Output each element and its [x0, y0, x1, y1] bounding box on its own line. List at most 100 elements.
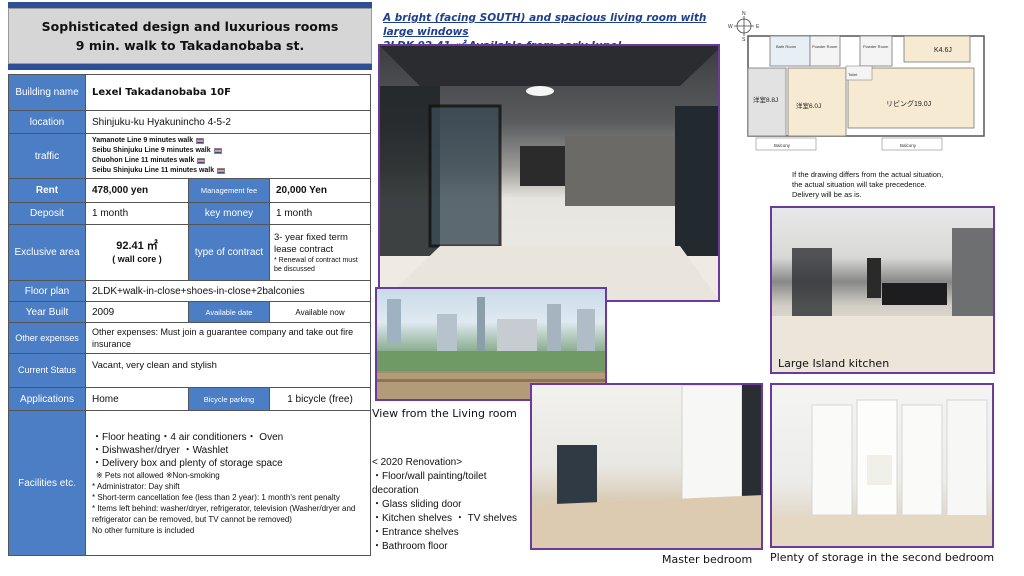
available-date-value: Available now [269, 301, 371, 323]
row-building-name: Building name Lexel Takadanobaba 10F [8, 74, 371, 111]
header-line-2: 9 min. walk to Takadanobaba st. [75, 38, 305, 53]
contract-type-text: 3- year fixed term lease contract [274, 231, 348, 255]
management-fee-value: 20,000 Yen [269, 178, 371, 203]
storage-illustration [772, 399, 992, 546]
management-fee-label: Management fee [188, 178, 270, 203]
compass-e: E [756, 24, 760, 30]
key-money-value: 1 month [269, 202, 371, 225]
facility-pets: ※ Pets not allowed ※Non-smoking [96, 470, 220, 480]
contract-type-label: type of contract [188, 224, 270, 281]
row-facilities: Facilities etc. ・Floor heating・4 air con… [8, 410, 371, 556]
renovation-line: ・Kitchen shelves ・ TV shelves [372, 513, 518, 524]
key-money-label: key money [188, 202, 270, 225]
contract-type-value: 3- year fixed term lease contract * Rene… [269, 224, 371, 281]
current-status-label: Current Status [8, 353, 86, 388]
row-other-expenses: Other expenses Other expenses: Must join… [8, 322, 371, 354]
row-traffic: traffic Yamanote Line 9 minutes walk Sei… [8, 133, 371, 179]
row-location: location Shinjuku-ku Hyakunincho 4-5-2 [8, 110, 371, 134]
traffic-line: Chuohon Line 11 minutes walk [92, 156, 364, 166]
exclusive-area-number: 92.41 ㎡ [116, 239, 158, 252]
facility-line: ・Delivery box and plenty of storage spac… [92, 457, 283, 469]
row-floor-plan: Floor plan 2LDK+walk-in-close+shoes-in-c… [8, 280, 371, 302]
exclusive-area-label: Exclusive area [8, 224, 86, 281]
room-living: リビング19.0J [886, 99, 931, 108]
facility-line: ・Floor heating・4 air conditioners・ Oven [92, 431, 284, 443]
traffic-label: traffic [8, 133, 86, 179]
row-rent: Rent 478,000 yen Management fee 20,000 Y… [8, 178, 371, 203]
row-applications: Applications Home Bicycle parking 1 bicy… [8, 387, 371, 411]
renovation-line: ・Floor/wall painting/toilet decoration [372, 471, 487, 496]
room-bath: Bath Room [776, 44, 797, 49]
storage-caption: Plenty of storage in the second bedroom [770, 551, 995, 564]
room-western-1: 洋室8.8J [753, 95, 778, 104]
traffic-value: Yamanote Line 9 minutes walk Seibu Shinj… [85, 133, 371, 179]
caption-line-1: A bright (facing SOUTH) and spacious liv… [383, 12, 707, 38]
master-bedroom-illustration [532, 385, 761, 548]
storage-photo [770, 383, 994, 548]
property-info-table: Building name Lexel Takadanobaba 10F loc… [8, 74, 371, 556]
header-banner: Sophisticated design and luxurious rooms… [8, 8, 372, 64]
floor-plan-value: 2LDK+walk-in-close+shoes-in-close+2balco… [85, 280, 371, 302]
facility-note: No other furniture is included [92, 525, 195, 535]
train-line-icon [217, 168, 226, 174]
facilities-value: ・Floor heating・4 air conditioners・ Oven … [85, 410, 371, 556]
renovation-line: ・Bathroom floor [372, 541, 448, 552]
facility-line: ・Dishwasher/dryer ・Washlet [92, 444, 229, 456]
year-built-value: 2009 [85, 301, 189, 323]
row-year-built: Year Built 2009 Available date Available… [8, 301, 371, 323]
year-built-label: Year Built [8, 301, 86, 323]
applications-value: Home [85, 387, 189, 411]
compass-w: W [728, 24, 733, 30]
notice-line: the actual situation will take precedenc… [792, 180, 927, 189]
traffic-line: Seibu Shinjuku Line 9 minutes walk [92, 146, 364, 156]
traffic-text: Seibu Shinjuku Line 11 minutes walk [92, 167, 215, 174]
available-date-label: Available date [188, 301, 270, 323]
renovation-line: < 2020 Renovation> [372, 457, 463, 468]
room-balcony-2: Balcony [900, 143, 917, 148]
other-expenses-value: Other expenses: Must join a guarantee co… [85, 322, 371, 354]
kitchen-caption: Large Island kitchen [778, 357, 890, 370]
location-value: Shinjuku-ku Hyakunincho 4-5-2 [85, 110, 371, 134]
bicycle-parking-value: 1 bicycle (free) [269, 387, 371, 411]
room-toilet: Toilet [848, 72, 858, 77]
train-line-icon [213, 148, 222, 154]
other-expenses-label: Other expenses [8, 322, 86, 354]
building-name-value: Lexel Takadanobaba 10F [85, 74, 371, 111]
traffic-text: Yamanote Line 9 minutes walk [92, 137, 194, 144]
notice-line: Delivery will be as is. [792, 190, 862, 199]
header-line-1: Sophisticated design and luxurious rooms [41, 19, 339, 34]
location-label: location [8, 110, 86, 134]
room-k: K4.6J [934, 47, 952, 54]
renovation-list: < 2020 Renovation> ・Floor/wall painting/… [372, 456, 532, 554]
floor-plan-label: Floor plan [8, 280, 86, 302]
applications-label: Applications [8, 387, 86, 411]
contract-note: * Renewal of contract must be discussed [274, 256, 358, 273]
master-bedroom-caption: Master bedroom [662, 553, 753, 566]
living-room-photo [378, 44, 720, 302]
floor-plan-notice: If the drawing differs from the actual s… [792, 170, 992, 200]
renovation-line: ・Entrance shelves [372, 527, 459, 538]
row-deposit: Deposit 1 month key money 1 month [8, 202, 371, 225]
compass-s: S [742, 37, 746, 43]
room-western-2: 洋室6.0J [796, 101, 821, 110]
room-balcony-1: Balcony [774, 143, 791, 148]
row-area: Exclusive area 92.41 ㎡ ( wall core ) typ… [8, 224, 371, 281]
facilities-label: Facilities etc. [8, 410, 86, 556]
notice-line: If the drawing differs from the actual s… [792, 170, 944, 179]
building-name-label: Building name [8, 74, 86, 111]
exclusive-area-note: ( wall core ) [112, 253, 162, 264]
facility-note: * Short-term cancellation fee (less than… [92, 492, 340, 502]
current-status-value: Vacant, very clean and stylish [85, 353, 371, 388]
exclusive-area-value: 92.41 ㎡ ( wall core ) [85, 224, 189, 281]
kitchen-photo: Large Island kitchen [770, 206, 995, 374]
traffic-text: Seibu Shinjuku Line 9 minutes walk [92, 147, 211, 154]
renovation-line: ・Glass sliding door [372, 499, 462, 510]
train-line-icon [197, 158, 206, 164]
master-bedroom-photo [530, 383, 763, 550]
view-caption: View from the Living room [372, 407, 517, 420]
row-current-status: Current Status Vacant, very clean and st… [8, 353, 371, 388]
floor-plan-diagram: N E W S K4.6J 洋室8.8J 洋室6.0J リビング19.0J Ba… [728, 11, 985, 151]
kitchen-illustration [772, 228, 993, 372]
compass-n: N [742, 11, 746, 17]
living-room-illustration [380, 46, 718, 300]
